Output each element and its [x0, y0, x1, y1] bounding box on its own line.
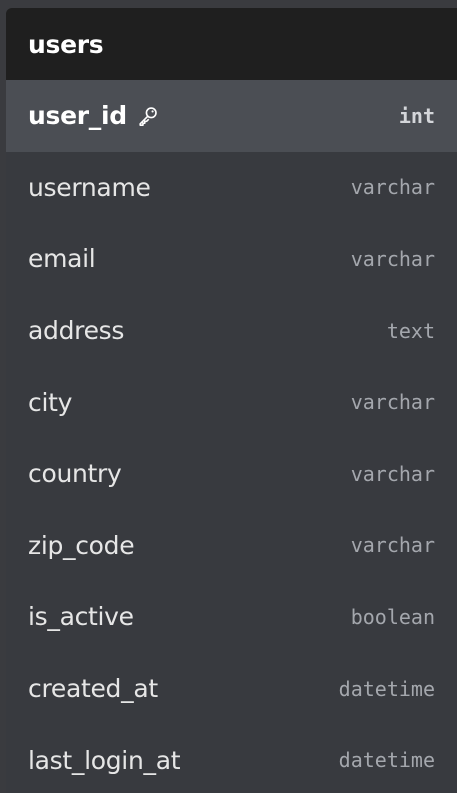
column-name: username: [28, 172, 151, 202]
column-name: is_active: [28, 602, 134, 632]
column-type: varchar: [350, 175, 435, 200]
column-row-city[interactable]: city varchar: [6, 366, 457, 438]
column-row-last-login-at[interactable]: last_login_at datetime: [6, 724, 457, 793]
column-type: boolean: [350, 604, 435, 629]
column-name: created_at: [28, 674, 158, 704]
column-type: varchar: [350, 246, 435, 271]
column-row-username[interactable]: username varchar: [6, 152, 457, 224]
column-row-address[interactable]: address text: [6, 295, 457, 367]
column-name: user_id: [28, 101, 159, 130]
table-node-users[interactable]: users user_id int username varchar email…: [6, 8, 457, 793]
column-row-is-active[interactable]: is_active boolean: [6, 581, 457, 653]
column-name: last_login_at: [28, 745, 181, 775]
column-name: address: [28, 316, 125, 346]
column-type: varchar: [350, 390, 435, 415]
column-type: int: [398, 103, 435, 128]
column-name: country: [28, 459, 122, 489]
table-title: users: [28, 29, 104, 59]
column-type: varchar: [350, 461, 435, 486]
column-row-created-at[interactable]: created_at datetime: [6, 653, 457, 725]
column-row-country[interactable]: country varchar: [6, 438, 457, 510]
column-row-email[interactable]: email varchar: [6, 223, 457, 295]
column-type: text: [386, 318, 435, 343]
key-icon: [139, 106, 157, 126]
column-name: email: [28, 244, 96, 274]
column-name-label: user_id: [28, 101, 127, 131]
table-header[interactable]: users: [6, 8, 457, 80]
column-name: zip_code: [28, 530, 135, 560]
column-name: city: [28, 387, 73, 417]
column-type: datetime: [338, 676, 435, 701]
column-row-user-id[interactable]: user_id int: [6, 80, 457, 152]
column-type: varchar: [350, 533, 435, 558]
column-type: datetime: [338, 748, 435, 773]
column-row-zip-code[interactable]: zip_code varchar: [6, 510, 457, 582]
